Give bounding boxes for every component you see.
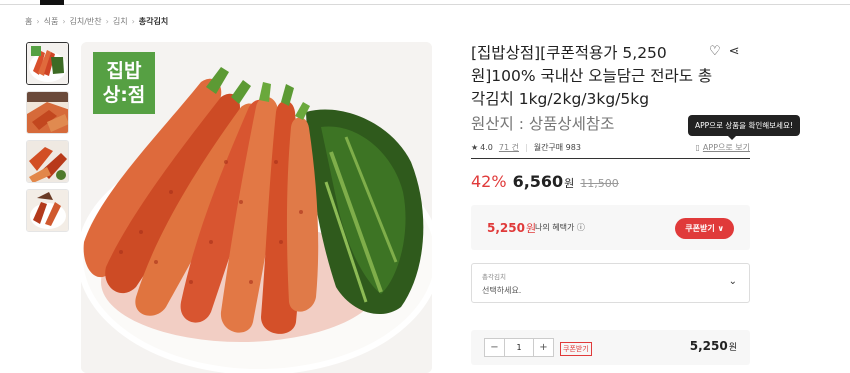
meta-divider: | <box>525 143 528 152</box>
breadcrumb: 홈 › 식품 › 김치/반찬 › 김치 › 총각김치 <box>25 16 168 27</box>
quantity-plus-button[interactable]: + <box>534 339 553 356</box>
original-price: 11,500 <box>580 177 619 190</box>
title-actions: ♡ ⋖ <box>709 44 740 59</box>
star-icon: ★ <box>471 143 479 152</box>
quantity-input[interactable]: 1 <box>504 339 534 356</box>
benefit-box: 5,250원 나의 혜택가 ⓘ 쿠폰받기 ∨ <box>471 205 750 250</box>
sale-price-value: 6,560 <box>512 172 564 191</box>
quantity-box: − 1 + 쿠폰받기 5,250원 <box>471 330 750 365</box>
brand-logo-line1: 집밥 <box>106 60 142 82</box>
chevron-right-icon: › <box>131 17 135 26</box>
sale-price-currency: 원 <box>564 177 575 190</box>
option-select-value: 선택하세요. <box>482 286 522 295</box>
chevron-right-icon: › <box>62 17 66 26</box>
chevron-right-icon: › <box>36 17 40 26</box>
thumbnail-4[interactable] <box>26 189 69 232</box>
discount-rate: 42% <box>471 172 507 191</box>
brand-logo-line2: 상:점 <box>102 84 146 106</box>
sale-price: 6,560원 <box>513 172 575 191</box>
breadcrumb-kimchi[interactable]: 김치 <box>113 16 128 27</box>
product-meta: ★ 4.0 71 건 | 월간구매 983 ▯ APP으로 보기 <box>471 142 750 153</box>
thumbnail-list <box>26 42 69 232</box>
breadcrumb-food[interactable]: 식품 <box>44 16 59 27</box>
item-total-value: 5,250 <box>689 339 728 353</box>
breadcrumb-kimchi-sidedish[interactable]: 김치/반찬 <box>70 16 102 27</box>
benefit-label: 나의 혜택가 ⓘ <box>535 223 585 232</box>
mobile-icon: ▯ <box>695 143 700 152</box>
chevron-right-icon: › <box>105 17 109 26</box>
benefit-price: 5,250원 <box>487 220 536 236</box>
monthly-sales: 월간구매 983 <box>533 143 581 152</box>
top-nav-bar <box>0 0 850 5</box>
product-title: [집밥상점][쿠폰적용가 5,250원]100% 국내산 오늘담근 전라도 총각… <box>471 44 713 108</box>
price-row: 42% 6,560원 11,500 <box>471 172 619 191</box>
benefit-price-value: 5,250 <box>487 221 525 235</box>
chevron-down-icon: ⌄ <box>728 276 737 287</box>
quantity-minus-button[interactable]: − <box>485 339 504 356</box>
review-count-link[interactable]: 71 건 <box>499 142 519 153</box>
divider-line <box>471 158 750 159</box>
option-select[interactable]: 총각김치 선택하세요. ⌄ <box>471 263 750 303</box>
breadcrumb-home[interactable]: 홈 <box>25 16 32 27</box>
breadcrumb-current[interactable]: 총각김치 <box>139 16 168 27</box>
quantity-stepper: − 1 + <box>484 338 554 357</box>
app-view-label: APP으로 보기 <box>702 143 750 152</box>
item-total-price: 5,250원 <box>690 339 737 353</box>
rating-value: 4.0 <box>480 143 493 152</box>
share-icon[interactable]: ⋖ <box>729 44 740 59</box>
thumbnail-3[interactable] <box>26 140 69 183</box>
coupon-tag[interactable]: 쿠폰받기 <box>560 342 592 356</box>
active-tab-indicator <box>40 0 64 5</box>
coupon-download-button[interactable]: 쿠폰받기 ∨ <box>675 218 734 239</box>
item-total-currency: 원 <box>728 343 737 353</box>
app-tooltip: APP으로 상품을 확인해보세요! <box>688 115 800 140</box>
thumbnail-2[interactable] <box>26 91 69 134</box>
thumbnail-1[interactable] <box>26 42 69 85</box>
app-view-link[interactable]: ▯ APP으로 보기 <box>695 142 750 153</box>
option-select-label: 총각김치 <box>482 273 506 281</box>
heart-icon[interactable]: ♡ <box>709 44 721 59</box>
brand-logo: 집밥 상:점 <box>93 52 155 114</box>
main-product-image[interactable]: 집밥 상:점 <box>81 42 432 373</box>
